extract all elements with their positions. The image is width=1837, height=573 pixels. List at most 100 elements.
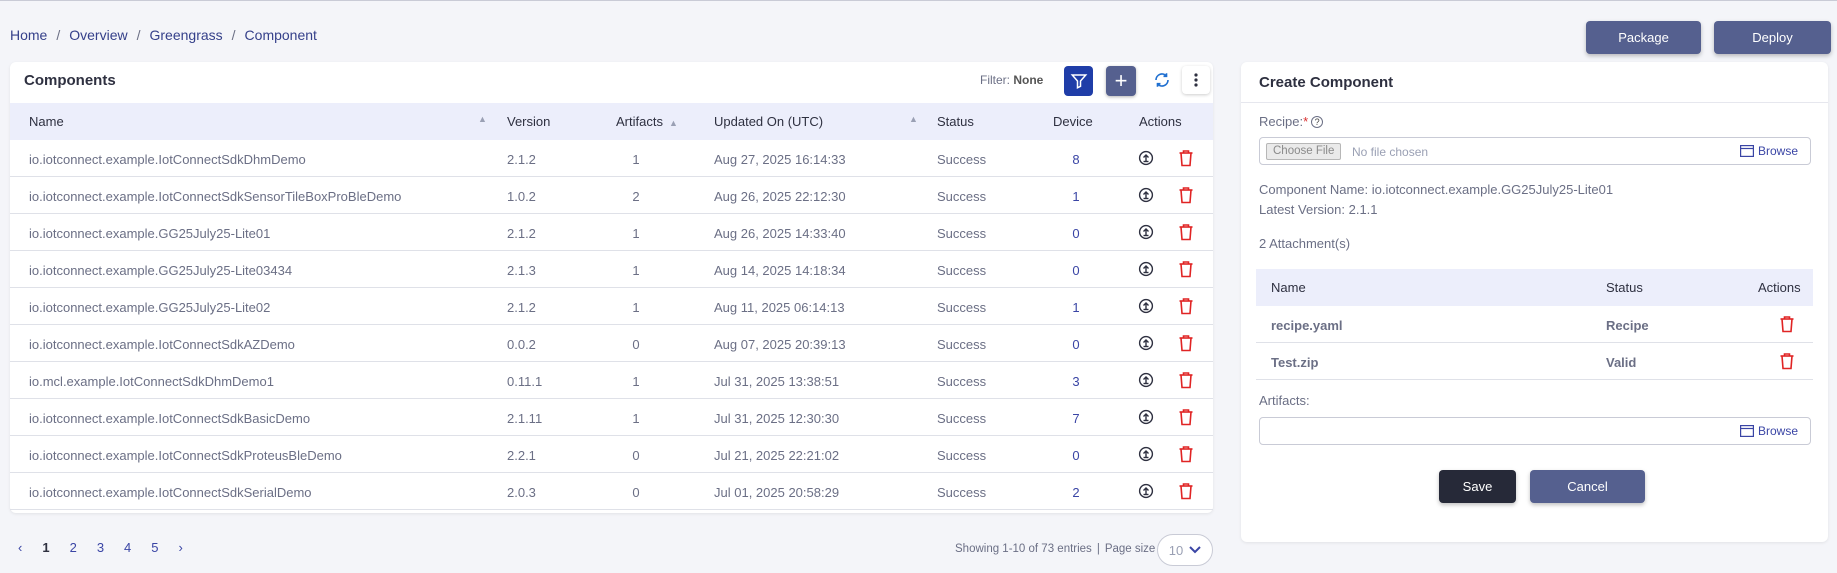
component-version: 0.11.1 xyxy=(507,374,543,389)
sort-icon[interactable]: ▲ xyxy=(669,118,678,128)
next-page-button[interactable]: › xyxy=(179,540,183,555)
breadcrumb-separator: / xyxy=(56,27,61,43)
component-name: io.iotconnect.example.IotConnectSdkAZDem… xyxy=(29,337,295,352)
save-button[interactable]: Save xyxy=(1439,470,1516,503)
sort-icon[interactable]: ▲ xyxy=(909,114,918,124)
component-name: io.iotconnect.example.IotConnectSdkProte… xyxy=(29,448,342,463)
page-3[interactable]: 3 xyxy=(97,540,104,555)
delete-icon[interactable] xyxy=(1176,407,1196,427)
component-version: 2.2.1 xyxy=(507,448,536,463)
att-col-actions: Actions xyxy=(1758,280,1801,295)
deploy-icon[interactable] xyxy=(1136,296,1156,316)
page-4[interactable]: 4 xyxy=(124,540,131,555)
delete-icon[interactable] xyxy=(1779,352,1795,373)
no-file-text: No file chosen xyxy=(1352,145,1429,159)
delete-icon[interactable] xyxy=(1176,148,1196,168)
component-device-count[interactable]: 8 xyxy=(1046,152,1106,167)
component-device-count[interactable]: 1 xyxy=(1046,189,1106,204)
breadcrumb-component[interactable]: Component xyxy=(245,27,317,43)
component-device-count[interactable]: 7 xyxy=(1046,411,1106,426)
delete-icon[interactable] xyxy=(1176,185,1196,205)
component-device-count[interactable]: 2 xyxy=(1046,485,1106,500)
refresh-button[interactable] xyxy=(1148,66,1176,94)
component-status: Success xyxy=(937,300,987,315)
row-actions xyxy=(1136,407,1196,427)
breadcrumb-home[interactable]: Home xyxy=(10,27,47,43)
delete-icon[interactable] xyxy=(1176,481,1196,501)
delete-icon[interactable] xyxy=(1176,444,1196,464)
component-updated: Jul 01, 2025 20:58:29 xyxy=(714,485,840,500)
component-name: io.iotconnect.example.IotConnectSdkSeria… xyxy=(29,485,312,500)
page-5[interactable]: 5 xyxy=(151,540,158,555)
attachment-status: Valid xyxy=(1606,355,1637,370)
page-size-value: 10 xyxy=(1168,542,1184,558)
plus-icon: + xyxy=(1114,68,1128,93)
attachment-row: recipe.yaml Recipe xyxy=(1256,306,1813,343)
cancel-button[interactable]: Cancel xyxy=(1530,470,1645,503)
component-name: io.iotconnect.example.IotConnectSdkBasic… xyxy=(29,411,311,426)
delete-icon[interactable] xyxy=(1176,370,1196,390)
deploy-icon[interactable] xyxy=(1136,185,1156,205)
artifacts-browse-button[interactable]: Browse xyxy=(1739,424,1798,438)
components-table-header: Name ▲ Version Artifacts ▲ Updated On (UT… xyxy=(10,103,1213,140)
component-name: io.iotconnect.example.IotConnectSdkSenso… xyxy=(29,189,402,204)
choose-file-button[interactable]: Choose File xyxy=(1266,143,1342,160)
page-size-label: Page size xyxy=(1104,543,1156,555)
deploy-icon[interactable] xyxy=(1136,370,1156,390)
recipe-browse-button[interactable]: Browse xyxy=(1739,144,1798,158)
col-artifacts[interactable]: Artifacts ▲ xyxy=(616,114,678,129)
component-status: Success xyxy=(937,152,987,167)
component-device-count[interactable]: 0 xyxy=(1046,337,1106,352)
filter-label: Filter: xyxy=(980,73,1010,87)
component-artifacts: 2 xyxy=(632,189,640,204)
col-name[interactable]: Name xyxy=(29,114,64,129)
more-options-button[interactable] xyxy=(1182,66,1210,94)
delete-icon[interactable] xyxy=(1176,296,1196,316)
deploy-icon[interactable] xyxy=(1136,148,1156,168)
component-device-count[interactable]: 3 xyxy=(1046,374,1106,389)
page-1[interactable]: 1 xyxy=(42,540,49,555)
component-artifacts: 0 xyxy=(632,337,640,352)
component-version: 2.0.3 xyxy=(507,485,536,500)
component-device-count[interactable]: 0 xyxy=(1046,263,1106,278)
deploy-button[interactable]: Deploy xyxy=(1714,21,1831,54)
row-actions xyxy=(1136,481,1196,501)
filter-button[interactable] xyxy=(1064,66,1093,96)
component-status: Success xyxy=(937,374,987,389)
recipe-file-input[interactable]: Choose File No file chosen Browse xyxy=(1259,137,1811,165)
deploy-icon[interactable] xyxy=(1136,333,1156,353)
breadcrumb-overview[interactable]: Overview xyxy=(69,27,127,43)
delete-icon[interactable] xyxy=(1176,222,1196,242)
component-artifacts: 1 xyxy=(632,152,640,167)
col-updated[interactable]: Updated On (UTC) xyxy=(714,114,823,129)
page-size-select[interactable]: 10 xyxy=(1157,534,1213,566)
component-device-count[interactable]: 1 xyxy=(1046,300,1106,315)
artifacts-file-input[interactable]: Browse xyxy=(1259,417,1811,445)
component-updated: Aug 07, 2025 20:39:13 xyxy=(714,337,846,352)
attachments-count: 2 Attachment(s) xyxy=(1259,236,1351,251)
row-actions xyxy=(1136,259,1196,279)
sort-icon[interactable]: ▲ xyxy=(478,114,487,124)
deploy-icon[interactable] xyxy=(1136,259,1156,279)
delete-icon[interactable] xyxy=(1176,259,1196,279)
breadcrumb-greengrass[interactable]: Greengrass xyxy=(150,27,223,43)
page-2[interactable]: 2 xyxy=(70,540,77,555)
component-version: 0.0.2 xyxy=(507,337,536,352)
delete-icon[interactable] xyxy=(1176,333,1196,353)
add-component-button[interactable]: + xyxy=(1106,66,1136,96)
prev-page-button[interactable]: ‹ xyxy=(18,540,22,555)
deploy-icon[interactable] xyxy=(1136,481,1156,501)
top-border xyxy=(0,0,1837,1)
deploy-icon[interactable] xyxy=(1136,407,1156,427)
component-version: 2.1.2 xyxy=(507,226,536,241)
package-button[interactable]: Package xyxy=(1586,21,1701,54)
deploy-icon[interactable] xyxy=(1136,444,1156,464)
deploy-icon[interactable] xyxy=(1136,222,1156,242)
component-device-count[interactable]: 0 xyxy=(1046,448,1106,463)
delete-icon[interactable] xyxy=(1779,315,1795,336)
breadcrumb-separator: / xyxy=(136,27,141,43)
help-icon[interactable]: ? xyxy=(1311,116,1324,128)
refresh-icon xyxy=(1155,73,1169,87)
attachment-row: Test.zip Valid xyxy=(1256,343,1813,380)
component-device-count[interactable]: 0 xyxy=(1046,226,1106,241)
